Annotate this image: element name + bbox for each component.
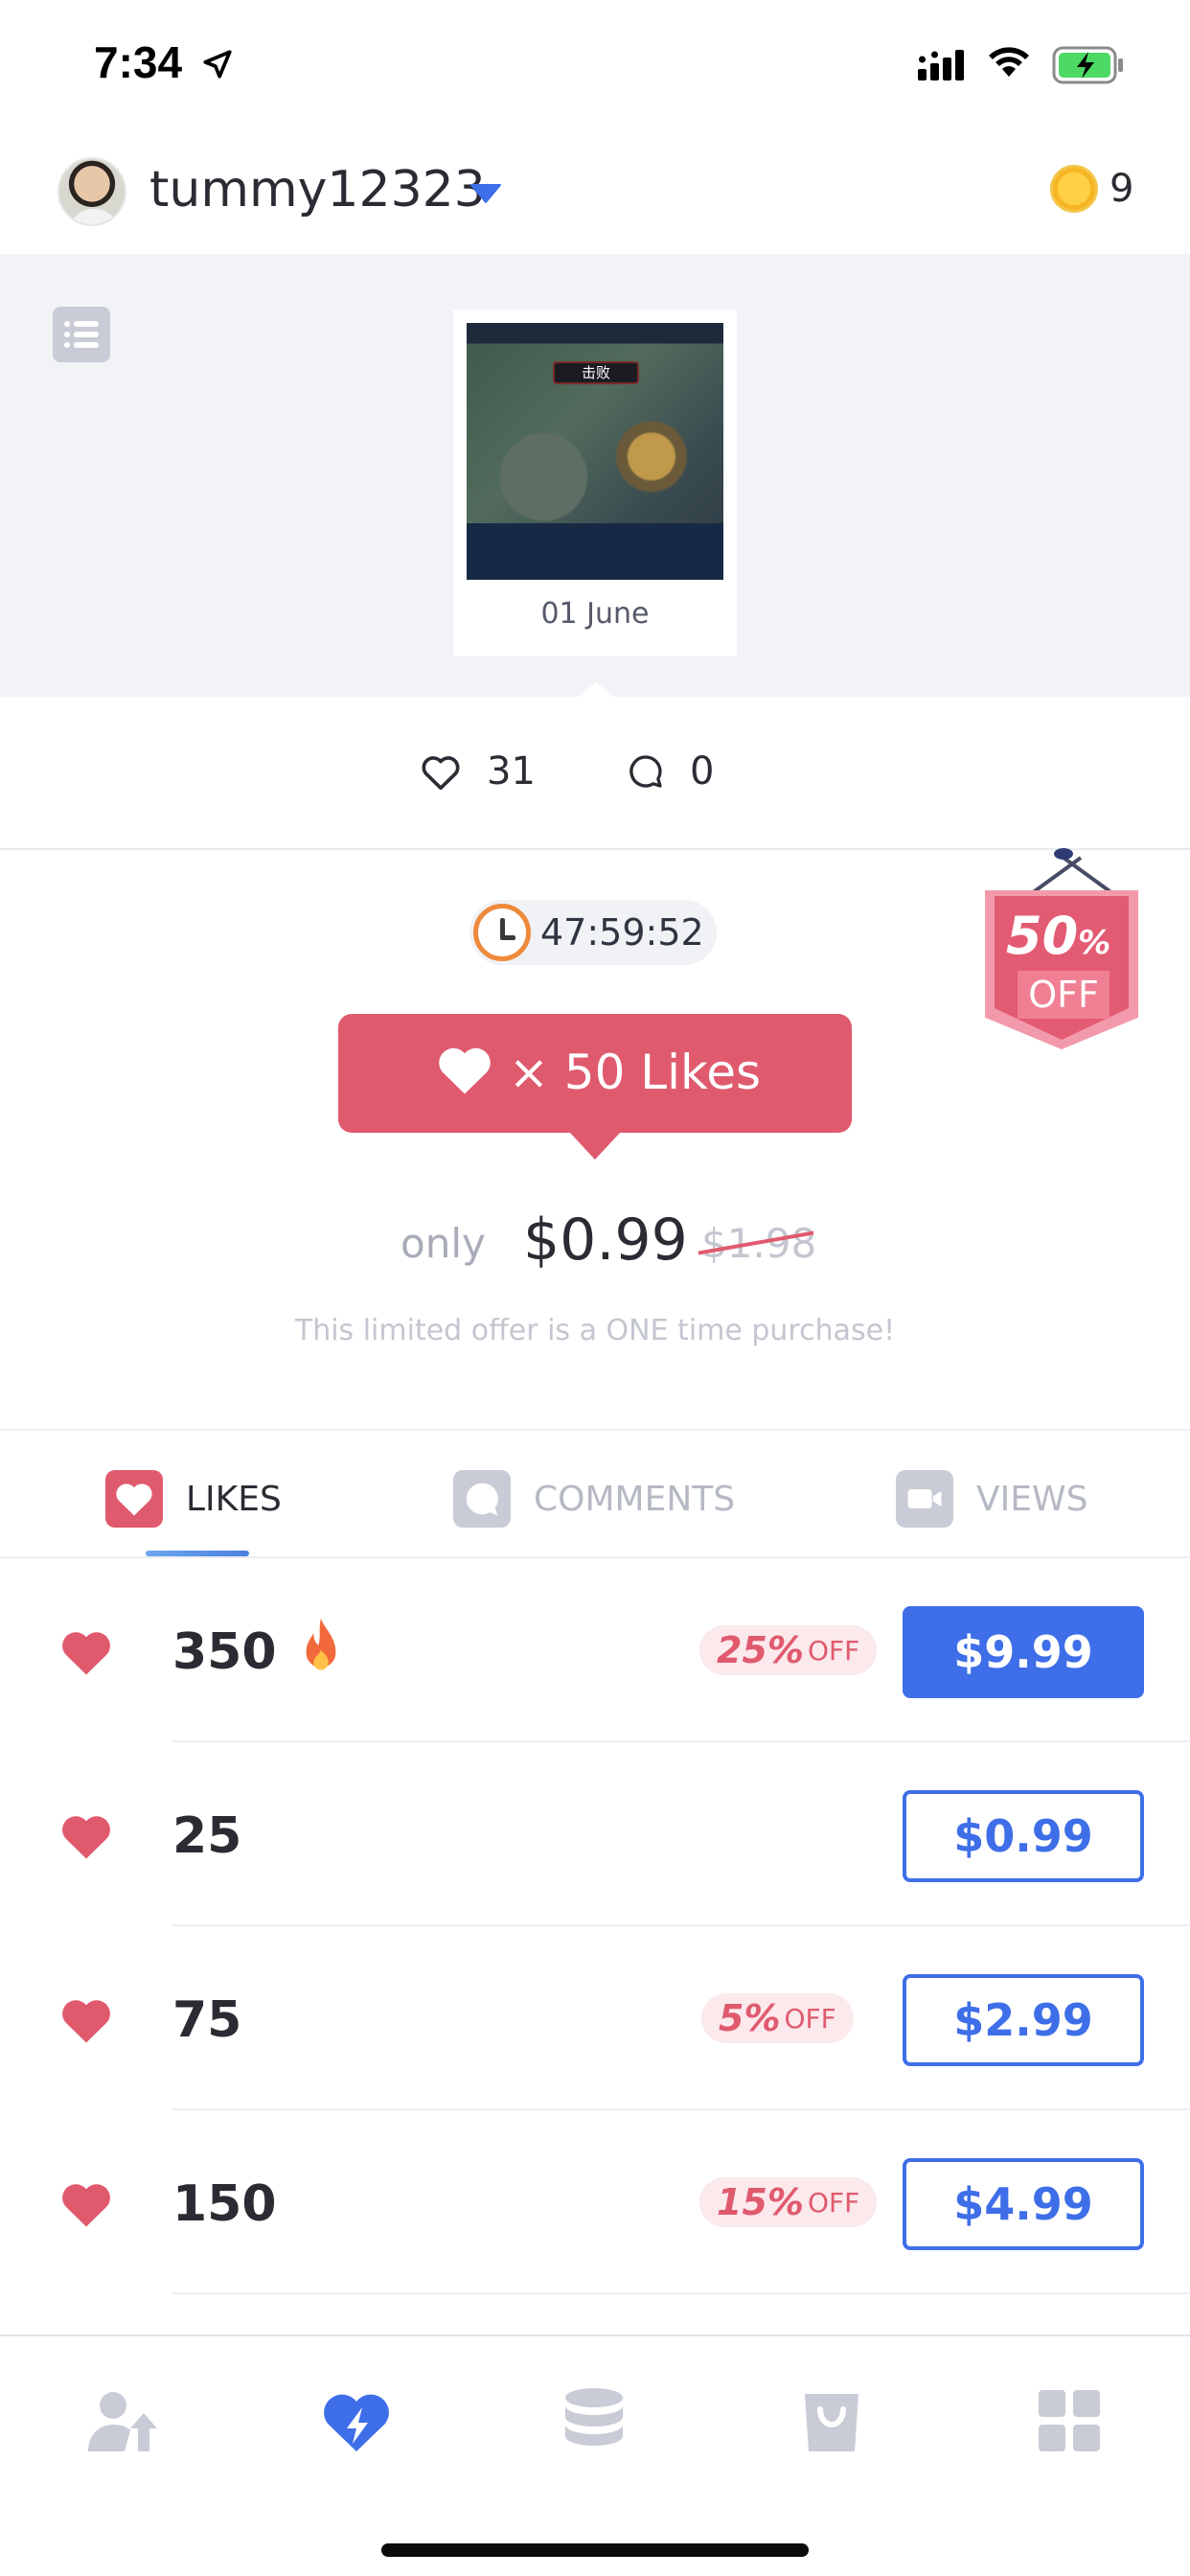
status-bar: 7:34: [0, 0, 1190, 129]
list-view-icon[interactable]: [53, 307, 110, 362]
user-follow-icon[interactable]: [80, 2382, 157, 2459]
clock-icon: [473, 904, 531, 961]
discount-badge: 25% OFF: [699, 1625, 878, 1675]
discount-off-label: OFF: [807, 2186, 860, 2219]
package-count: 75: [172, 1991, 242, 2049]
heart-icon: [62, 2184, 110, 2227]
offer-price: $0.99: [523, 1207, 688, 1274]
list-item: 350 25% OFF $9.99: [0, 1558, 1190, 1742]
package-tabs: LIKES COMMENTS VIEWS: [0, 1431, 1190, 1558]
coins-stack-icon[interactable]: [556, 2382, 632, 2459]
status-time: 7:34: [94, 37, 183, 87]
location-arrow-icon: [203, 50, 232, 79]
thumbnail-game-banner: 击败: [553, 361, 639, 384]
package-count: 350: [172, 1623, 277, 1681]
cellular-signal-icon: [918, 50, 964, 80]
tab-label: COMMENTS: [534, 1479, 736, 1519]
coin-icon[interactable]: [1050, 165, 1098, 213]
promo-offer-text: × 50 Likes: [509, 1045, 762, 1100]
heart-tab-icon: [105, 1470, 163, 1528]
only-label: only: [400, 1220, 486, 1267]
heart-icon: [439, 1047, 491, 1094]
tab-label: VIEWS: [976, 1479, 1088, 1519]
discount-percent: 25%: [717, 1629, 804, 1671]
divider: [172, 2292, 1190, 2294]
likes-count: 31: [487, 749, 536, 794]
discount-badge-percent: 50%: [1006, 906, 1111, 966]
tab-label: LIKES: [186, 1479, 282, 1519]
caret-down-icon[interactable]: [469, 182, 502, 205]
tab-views[interactable]: VIEWS: [896, 1469, 1087, 1529]
tab-likes[interactable]: LIKES: [105, 1469, 282, 1529]
post-stats: 31 0: [0, 697, 1190, 850]
heart-bolt-icon[interactable]: [318, 2382, 395, 2459]
comments-count: 0: [690, 749, 715, 794]
discount-badge-off: OFF: [1018, 971, 1110, 1019]
selection-pointer: [577, 682, 615, 698]
selected-post-card[interactable]: 击败 01 June: [453, 310, 737, 656]
likes-stat: 31: [420, 749, 536, 794]
discount-off-label: OFF: [807, 1634, 860, 1667]
list-item: 75 5% OFF $2.99: [0, 1926, 1190, 2110]
offer-timer: 47:59:52: [469, 900, 717, 965]
offer-disclaimer: This limited offer is a ONE time purchas…: [294, 1314, 896, 1347]
bottom-tab-bar: [0, 2334, 1190, 2576]
discount-badge: 5% OFF: [701, 1993, 854, 2043]
avatar[interactable]: [57, 157, 126, 226]
heart-icon: [62, 1632, 110, 1675]
buy-button[interactable]: $0.99: [903, 1790, 1144, 1882]
fire-icon: [306, 1618, 336, 1670]
profile-header: tummy12323 9: [0, 144, 1190, 254]
post-date: 01 June: [540, 597, 650, 631]
account-switcher-username[interactable]: tummy12323: [149, 161, 486, 218]
original-price: $1.98: [701, 1220, 817, 1267]
heart-icon: [62, 1816, 110, 1859]
package-count: 150: [172, 2175, 277, 2233]
buy-button[interactable]: $2.99: [903, 1974, 1144, 2066]
home-indicator: [381, 2543, 809, 2557]
limited-offer: 47:59:52 50% OFF × 50 Likes only $0.99 $…: [0, 848, 1190, 1431]
package-count: 25: [172, 1807, 242, 1865]
active-tab-indicator: [146, 1551, 249, 1556]
comments-stat: 0: [627, 749, 714, 794]
offer-price-row: only $0.99 $1.98: [0, 1207, 1190, 1283]
promo-offer-button[interactable]: × 50 Likes: [338, 1014, 852, 1160]
package-list: 350 25% OFF $9.99 25 $0.99 75 5% OFF $2.…: [0, 1558, 1190, 2294]
list-item: 25 $0.99: [0, 1742, 1190, 1926]
post-thumbnail[interactable]: 击败: [467, 323, 723, 580]
discount-off-label: OFF: [784, 2002, 836, 2035]
list-item: 150 15% OFF $4.99: [0, 2110, 1190, 2294]
grid-icon[interactable]: [1031, 2382, 1108, 2459]
tab-comments[interactable]: COMMENTS: [453, 1469, 735, 1529]
discount-percent: 5%: [719, 1997, 781, 2039]
timer-countdown: 47:59:52: [540, 911, 704, 954]
discount-badge: 50% OFF: [985, 848, 1138, 1053]
battery-charging-icon: [1052, 46, 1123, 84]
heart-icon: [62, 2000, 110, 2043]
video-camera-tab-icon: [896, 1470, 953, 1528]
wifi-icon: [989, 47, 1029, 77]
shopping-bag-icon[interactable]: [793, 2382, 870, 2459]
discount-badge: 15% OFF: [699, 2177, 878, 2227]
coin-balance[interactable]: 9: [1110, 167, 1133, 211]
heart-outline-icon: [422, 756, 460, 791]
discount-percent: 15%: [717, 2181, 804, 2223]
comment-tab-icon: [453, 1470, 511, 1528]
buy-button[interactable]: $4.99: [903, 2158, 1144, 2250]
comment-bubble-icon: [629, 755, 662, 788]
post-gallery: 击败 01 June: [0, 254, 1190, 698]
buy-button[interactable]: $9.99: [903, 1606, 1144, 1698]
